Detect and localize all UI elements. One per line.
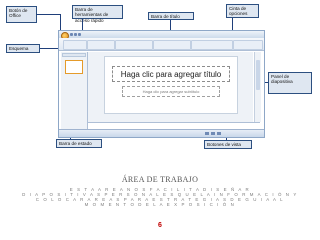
ribbon-group-paragraph[interactable]: [153, 40, 191, 50]
slide-thumbnail[interactable]: [65, 60, 83, 74]
callout-ribbon-label: Cinta de opciones: [229, 6, 248, 17]
section-heading: ÁREA DE TRABAJO: [121, 175, 199, 184]
slide-show-view-icon[interactable]: [217, 132, 221, 135]
callout-status-bar-label: Barra de estado: [59, 141, 92, 146]
normal-view-icon[interactable]: [205, 132, 209, 135]
section-description-line-4: M O M E N T O D E L A E X P O S I C I Ó …: [84, 202, 236, 207]
callout-slide-panel-label: Panel de diapositiva: [271, 74, 293, 85]
slide-editing-area: Haga clic para agregar título Haga clic …: [88, 52, 253, 122]
callout-office-button-label: Botón de Office: [9, 8, 28, 19]
callout-title-bar-label: Barra de título: [151, 14, 180, 19]
status-bar: [59, 129, 264, 137]
pointer-office-button: [36, 14, 61, 15]
redo-icon[interactable]: [78, 33, 81, 36]
scrollbar-thumb[interactable]: [256, 60, 260, 90]
title-placeholder[interactable]: Haga clic para agregar título: [112, 66, 230, 82]
callout-view-buttons-label: Botones de vista: [207, 142, 241, 147]
callout-outline: Esquema: [6, 44, 40, 53]
ribbon-group-drawing[interactable]: [191, 40, 233, 50]
ribbon-group-clipboard[interactable]: [63, 40, 87, 50]
callout-quick-access-label: Barra de herramientas de acceso rápido: [75, 7, 109, 23]
callout-ribbon: Cinta de opciones: [226, 4, 259, 18]
ribbon-group-slides[interactable]: [87, 40, 115, 50]
outline-tab[interactable]: [62, 53, 86, 57]
undo-icon[interactable]: [74, 33, 77, 36]
subtitle-placeholder-text: Haga clic para agregar subtítulo: [142, 89, 200, 94]
callout-slide-panel: Panel de diapositiva: [268, 72, 312, 94]
ribbon-group-editing[interactable]: [233, 40, 263, 50]
title-placeholder-text: Haga clic para agregar título: [120, 69, 222, 79]
ribbon-group-font[interactable]: [115, 40, 153, 50]
callout-status-bar: Barra de estado: [56, 139, 102, 148]
powerpoint-screenshot: Haga clic para agregar título Haga clic …: [58, 30, 265, 138]
save-icon[interactable]: [70, 33, 73, 36]
slide-canvas: Haga clic para agregar título Haga clic …: [104, 56, 238, 114]
subtitle-placeholder[interactable]: Haga clic para agregar subtítulo: [122, 86, 220, 97]
callout-office-button: Botón de Office: [6, 6, 37, 23]
page-number: 6: [158, 222, 162, 229]
callout-view-buttons: Botones de vista: [204, 140, 252, 149]
callout-title-bar: Barra de título: [148, 12, 194, 20]
callout-outline-label: Esquema: [9, 46, 29, 51]
vertical-scrollbar[interactable]: [254, 52, 261, 122]
outline-pane: [61, 52, 88, 130]
slide-sorter-view-icon[interactable]: [211, 132, 215, 135]
callout-quick-access-toolbar: Barra de herramientas de acceso rápido: [72, 5, 123, 23]
